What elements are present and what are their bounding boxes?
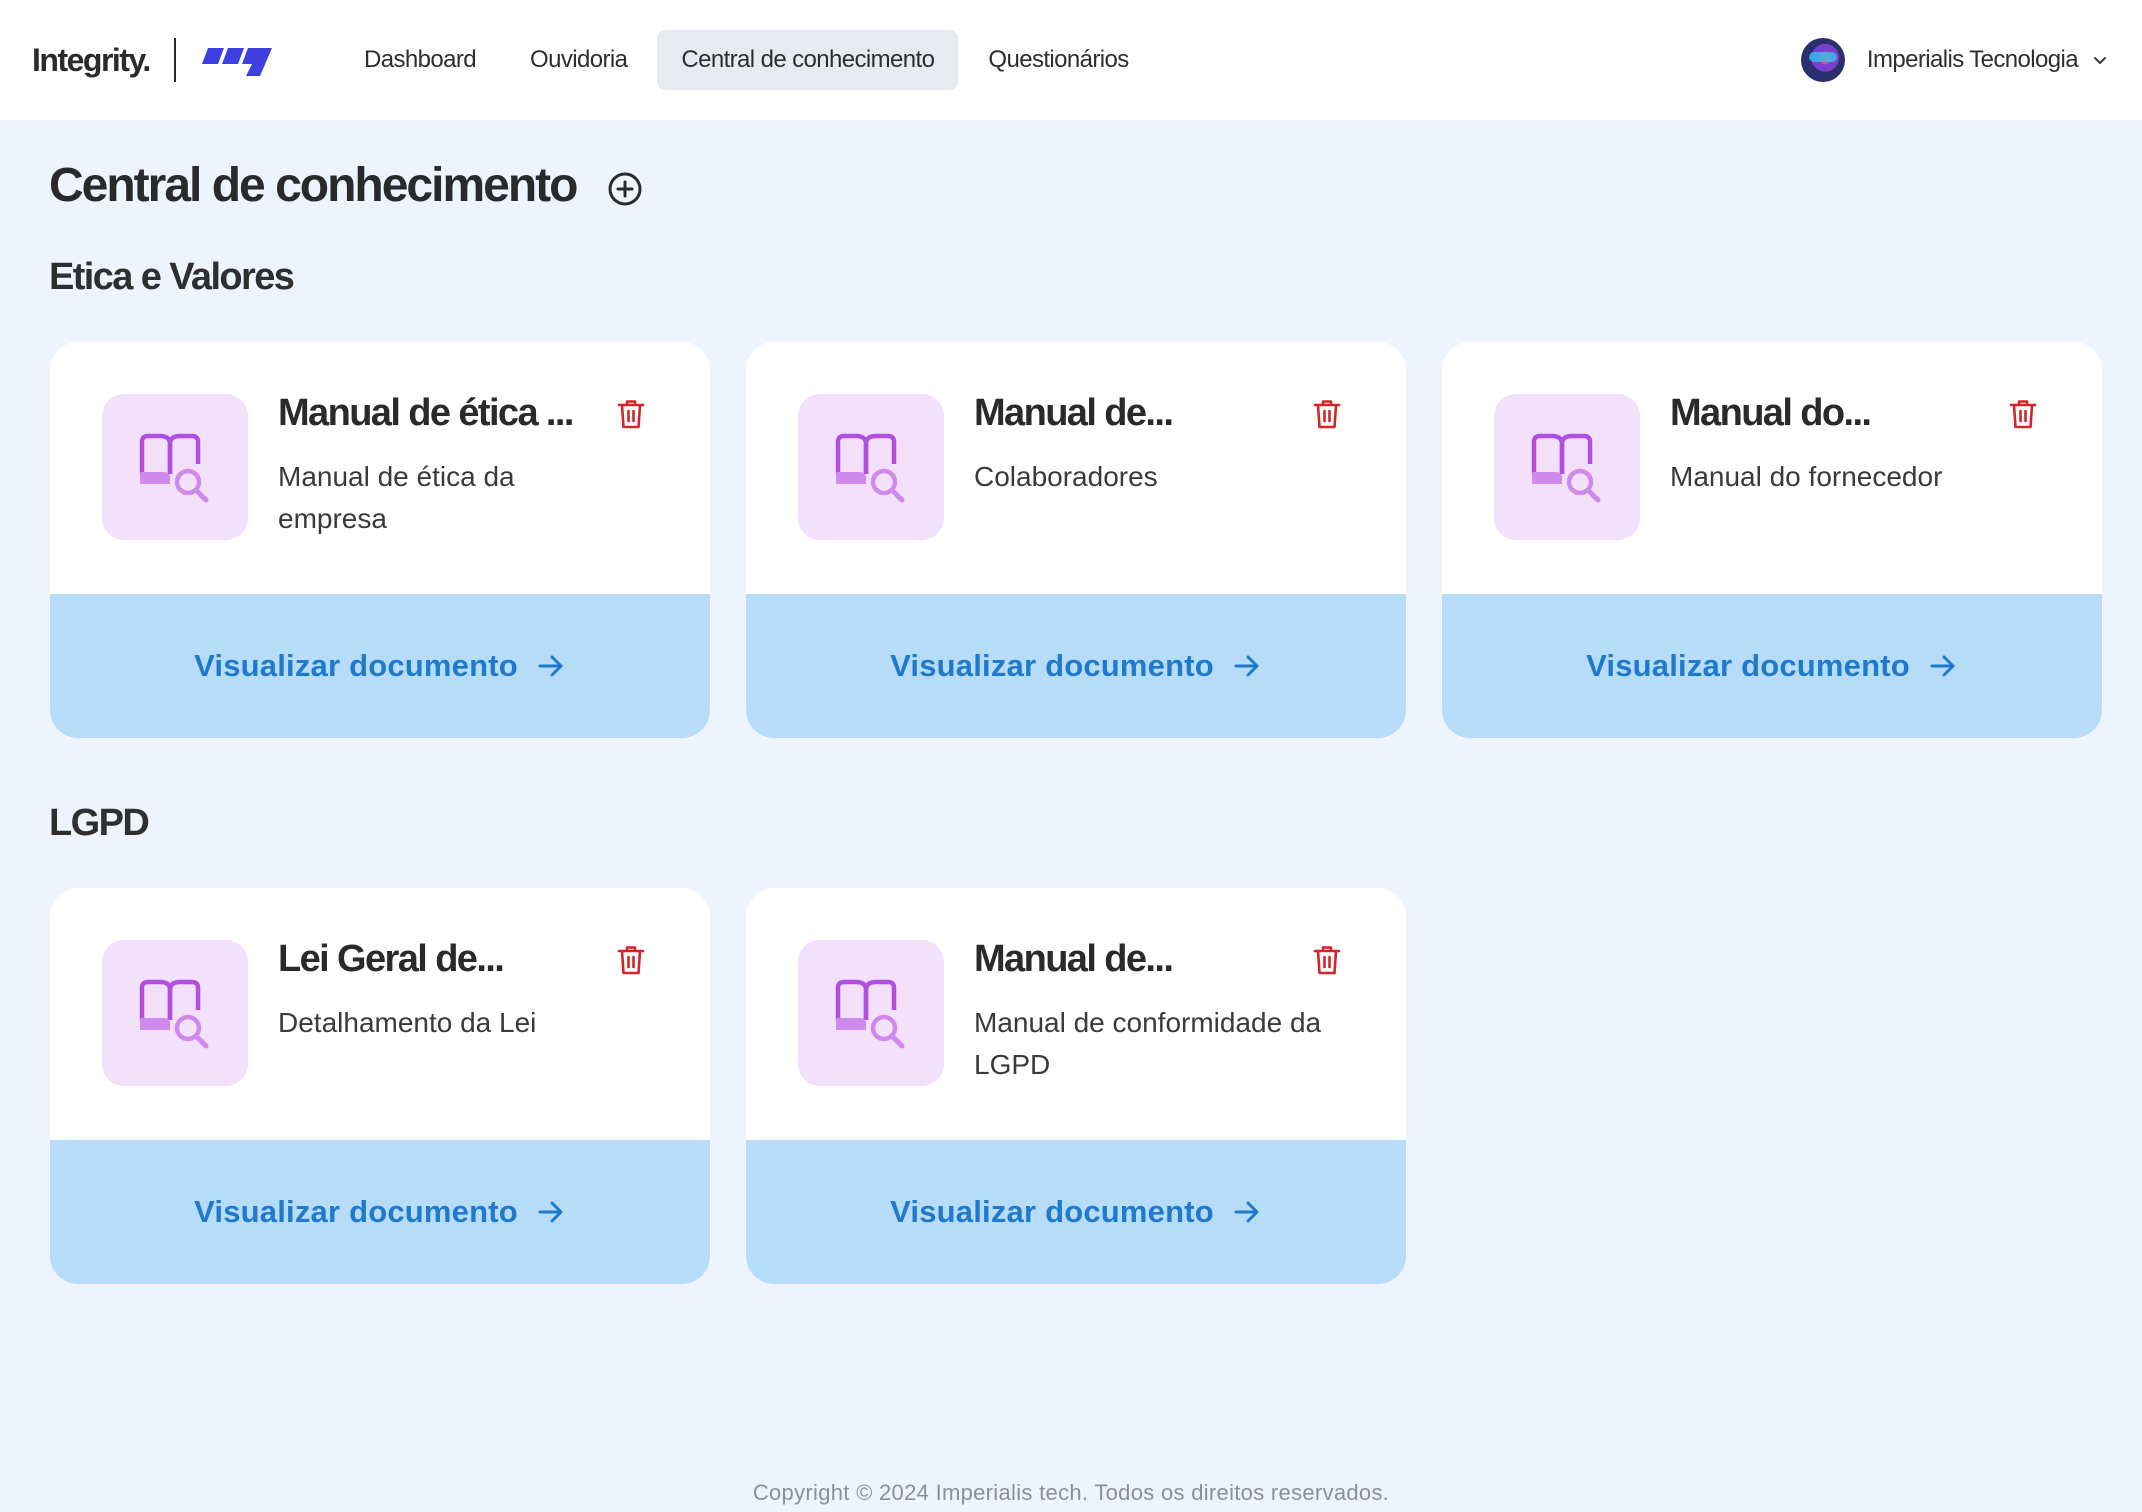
document-card: Manual de... Manual de conformidade da L…	[746, 888, 1406, 1284]
trash-icon[interactable]	[2008, 398, 2038, 430]
avatar	[1800, 38, 1845, 82]
document-card: Manual de ética ... Manual de ética da e…	[50, 342, 710, 738]
brand[interactable]: Integrity.	[32, 0, 272, 120]
book-search-icon	[835, 433, 905, 503]
document-title: Manual de ética ...	[278, 392, 574, 434]
view-document-button[interactable]: Visualizar documento	[746, 1140, 1406, 1284]
document-card: Manual do... Manual do fornecedor Visual…	[1442, 342, 2102, 738]
document-thumbnail	[102, 394, 248, 540]
view-document-button[interactable]: Visualizar documento	[1442, 594, 2102, 738]
trash-icon[interactable]	[616, 398, 646, 430]
view-document-label: Visualizar documento	[194, 1194, 518, 1229]
document-description: Manual de conformidade da LGPD	[974, 1007, 1322, 1080]
view-document-button[interactable]: Visualizar documento	[746, 594, 1406, 738]
view-document-label: Visualizar documento	[194, 648, 518, 683]
nav-item-ouvidoria[interactable]: Ouvidoria	[506, 30, 651, 90]
brand-divider	[173, 38, 176, 82]
document-title: Manual do...	[1670, 392, 1872, 434]
page-header: Central de conhecimento	[49, 158, 644, 213]
view-document-label: Visualizar documento	[1586, 648, 1910, 683]
view-document-button[interactable]: Visualizar documento	[50, 1140, 710, 1284]
arrow-right-icon	[1234, 1201, 1259, 1223]
nav-item-dashboard[interactable]: Dashboard	[340, 30, 500, 90]
view-document-label: Visualizar documento	[890, 1194, 1214, 1229]
view-document-button[interactable]: Visualizar documento	[50, 594, 710, 738]
main-nav: Dashboard Ouvidoria Central de conhecime…	[340, 30, 1153, 90]
brand-wordmark: Integrity.	[32, 41, 151, 78]
brand-logo-icon	[201, 48, 272, 76]
chevron-down-icon	[2094, 57, 2106, 64]
document-thumbnail	[798, 394, 944, 540]
document-title: Lei Geral de...	[278, 938, 505, 980]
plus-circle-icon[interactable]	[606, 170, 644, 208]
document-title: Manual de...	[974, 938, 1174, 980]
book-search-icon	[139, 979, 209, 1049]
document-thumbnail	[798, 940, 944, 1086]
document-card: Lei Geral de... Detalhamento da Lei Visu…	[50, 888, 710, 1284]
book-search-icon	[139, 433, 209, 503]
trash-icon[interactable]	[1312, 944, 1342, 976]
arrow-right-icon	[1930, 655, 1955, 677]
document-description: Colaboradores	[974, 461, 1158, 492]
trash-icon[interactable]	[1312, 398, 1342, 430]
page-title: Central de conhecimento	[49, 159, 578, 212]
copyright-text: Copyright © 2024 Imperialis tech. Todos …	[752, 1480, 1390, 1505]
arrow-right-icon	[1234, 655, 1259, 677]
top-navigation-bar: Integrity. Dashboard Ouvidoria Central d…	[0, 0, 2142, 120]
user-menu[interactable]: Imperialis Tecnologia	[1800, 0, 2108, 120]
arrow-right-icon	[538, 1201, 563, 1223]
book-search-icon	[835, 979, 905, 1049]
document-thumbnail	[1494, 394, 1640, 540]
trash-icon[interactable]	[616, 944, 646, 976]
document-title: Manual de...	[974, 392, 1174, 434]
book-search-icon	[1531, 433, 1601, 503]
view-document-label: Visualizar documento	[890, 648, 1214, 683]
nav-item-central-de-conhecimento[interactable]: Central de conhecimento	[657, 30, 959, 90]
nav-item-questionarios[interactable]: Questionários	[964, 30, 1152, 90]
document-card: Manual de... Colaboradores Visualizar do…	[746, 342, 1406, 738]
arrow-right-icon	[538, 655, 563, 677]
document-description: Detalhamento da Lei	[278, 1007, 537, 1038]
document-description: Manual de ética da empresa	[278, 461, 515, 534]
section-title: Etica e Valores	[49, 256, 295, 298]
document-description: Manual do fornecedor	[1670, 461, 1943, 492]
document-thumbnail	[102, 940, 248, 1086]
user-name: Imperialis Tecnologia	[1866, 46, 2079, 73]
section-title: LGPD	[49, 802, 150, 844]
